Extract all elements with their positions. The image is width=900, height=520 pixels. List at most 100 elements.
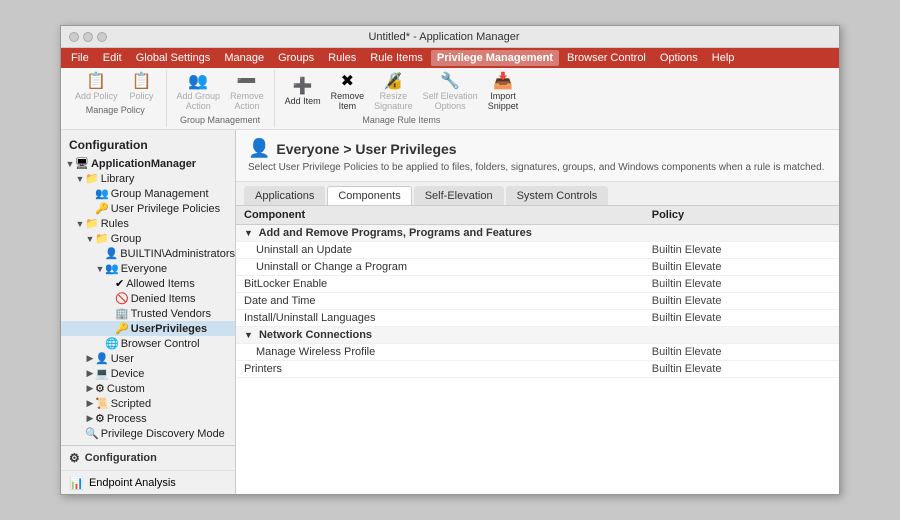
remove-action-label: RemoveAction xyxy=(230,91,264,111)
window-btn-2[interactable] xyxy=(83,32,93,42)
tree-custom[interactable]: ▶ ⚙ Custom xyxy=(61,381,235,396)
tree-user-privilege-policies[interactable]: 🔑 User Privilege Policies xyxy=(61,201,235,216)
content-panel: 👤 Everyone > User Privileges Select User… xyxy=(236,130,839,494)
add-policy-icon: 📋 xyxy=(86,74,106,90)
add-group-action-button[interactable]: 👥 Add GroupAction xyxy=(173,72,225,113)
policy-label: Policy xyxy=(130,91,154,101)
tree-expand-icon: ▼ xyxy=(65,159,75,169)
menu-browser-control[interactable]: Browser Control xyxy=(561,50,652,66)
table-row: Install/Uninstall Languages Builtin Elev… xyxy=(236,310,839,327)
row-printers-policy: Builtin Elevate xyxy=(644,361,839,378)
tree-builtin-admins[interactable]: 👤 BUILTIN\Administrators xyxy=(61,246,235,261)
tree-allowed-items[interactable]: ✔ Allowed Items xyxy=(61,276,235,291)
builtin-admins-icon: 👤 xyxy=(105,247,119,260)
tree-device[interactable]: ▶ 💻 Device xyxy=(61,366,235,381)
menu-rule-items[interactable]: Rule Items xyxy=(364,50,429,66)
self-elevation-button[interactable]: 🔧 Self ElevationOptions xyxy=(419,72,482,113)
row-install-languages-policy: Builtin Elevate xyxy=(644,310,839,327)
sidebar: Configuration ▼ 🖥 ApplicationManager ▼ 📁… xyxy=(61,130,236,494)
row-uninstall-update-policy: Builtin Elevate xyxy=(644,242,839,259)
table-row: Uninstall or Change a Program Builtin El… xyxy=(236,259,839,276)
sidebar-title: Configuration xyxy=(61,134,235,156)
tree-denied-items[interactable]: 🚫 Denied Items xyxy=(61,291,235,306)
toolbar-group-management: 👥 Add GroupAction ➖ RemoveAction Group M… xyxy=(167,70,275,127)
tab-applications[interactable]: Applications xyxy=(244,186,325,205)
rules-icon: 📁 xyxy=(85,217,99,230)
content-header: 👤 Everyone > User Privileges Select User… xyxy=(236,130,839,182)
tree-label-upp: User Privilege Policies xyxy=(111,203,220,215)
tree-everyone[interactable]: ▼ 👥 Everyone xyxy=(61,261,235,276)
import-snippet-button[interactable]: 📥 ImportSnippet xyxy=(484,72,523,113)
tree-label-allowed-items: Allowed Items xyxy=(126,278,194,290)
section-2-name: ▼ Network Connections xyxy=(236,327,839,344)
tree-user-privileges[interactable]: 🔑 UserPrivileges xyxy=(61,321,235,336)
tree-scripted-expand: ▶ xyxy=(85,398,95,409)
tab-components[interactable]: Components xyxy=(327,186,411,205)
tree-library-expand: ▼ xyxy=(75,174,85,184)
window-btn-3[interactable] xyxy=(97,32,107,42)
tab-system-controls[interactable]: System Controls xyxy=(506,186,609,205)
tree-group-management[interactable]: 👥 Group Management xyxy=(61,186,235,201)
row-uninstall-update-component: Uninstall an Update xyxy=(236,242,644,259)
tree-application-manager[interactable]: ▼ 🖥 ApplicationManager xyxy=(61,156,235,171)
window-btn-1[interactable] xyxy=(69,32,79,42)
tree-privilege-discovery[interactable]: 🔍 Privilege Discovery Mode xyxy=(61,426,235,441)
tree-user[interactable]: ▶ 👤 User xyxy=(61,351,235,366)
group-mgmt-buttons: 👥 Add GroupAction ➖ RemoveAction xyxy=(173,72,268,113)
endpoint-nav-icon: 📊 xyxy=(69,476,84,490)
remove-action-button[interactable]: ➖ RemoveAction xyxy=(226,72,268,113)
device-icon: 💻 xyxy=(95,367,109,380)
sidebar-nav-endpoint-analysis[interactable]: 📊 Endpoint Analysis xyxy=(61,471,235,494)
tree-label-user: User xyxy=(111,353,134,365)
group-mgmt-icon: 👥 xyxy=(95,187,109,200)
row-uninstall-change-policy: Builtin Elevate xyxy=(644,259,839,276)
manage-rule-items-label: Manage Rule Items xyxy=(362,115,440,125)
remove-action-icon: ➖ xyxy=(237,74,257,90)
add-policy-button[interactable]: 📋 Add Policy xyxy=(71,72,122,103)
tree-scripted[interactable]: ▶ 📜 Scripted xyxy=(61,396,235,411)
row-printers-component: Printers xyxy=(236,361,644,378)
add-item-label: Add Item xyxy=(285,96,321,106)
menu-manage[interactable]: Manage xyxy=(218,50,270,66)
section-2-chevron: ▼ xyxy=(244,330,253,340)
manage-policy-label: Manage Policy xyxy=(86,105,145,115)
menu-edit[interactable]: Edit xyxy=(97,50,128,66)
row-wireless-component: Manage Wireless Profile xyxy=(236,344,644,361)
menu-privilege-management[interactable]: Privilege Management xyxy=(431,50,559,66)
tree-label-rules: Rules xyxy=(101,218,129,230)
tree-user-expand: ▶ xyxy=(85,353,95,364)
tree-library[interactable]: ▼ 📁 Library xyxy=(61,171,235,186)
import-snippet-icon: 📥 xyxy=(493,74,513,90)
tree-trusted-vendors[interactable]: 🏢 Trusted Vendors xyxy=(61,306,235,321)
tree-rules[interactable]: ▼ 📁 Rules xyxy=(61,216,235,231)
row-install-languages-component: Install/Uninstall Languages xyxy=(236,310,644,327)
sidebar-nav: ⚙ Configuration 📊 Endpoint Analysis 📋 Ru… xyxy=(61,445,235,494)
table-row: Manage Wireless Profile Builtin Elevate xyxy=(236,344,839,361)
browser-control-icon: 🌐 xyxy=(105,337,119,350)
toolbar-group-policy: 📋 Add Policy 📋 Policy Manage Policy xyxy=(65,70,167,127)
policy-button[interactable]: 📋 Policy xyxy=(124,72,160,103)
tree-group[interactable]: ▼ 📁 Group xyxy=(61,231,235,246)
add-item-button[interactable]: ➕ Add Item xyxy=(281,77,325,108)
tree-rules-expand: ▼ xyxy=(75,219,85,229)
remove-item-button[interactable]: ✖ RemoveItem xyxy=(327,72,369,113)
menu-rules[interactable]: Rules xyxy=(322,50,362,66)
menu-global-settings[interactable]: Global Settings xyxy=(130,50,217,66)
menu-groups[interactable]: Groups xyxy=(272,50,320,66)
everyone-icon: 👥 xyxy=(105,262,119,275)
tree-process[interactable]: ▶ ⚙ Process xyxy=(61,411,235,426)
toolbar-group-rule-items: ➕ Add Item ✖ RemoveItem 🔏 ResizeSignatur… xyxy=(275,70,529,127)
sidebar-nav-configuration[interactable]: ⚙ Configuration xyxy=(61,446,235,471)
menu-file[interactable]: File xyxy=(65,50,95,66)
privilege-discovery-icon: 🔍 xyxy=(85,427,99,440)
remove-item-label: RemoveItem xyxy=(331,91,365,111)
menu-help[interactable]: Help xyxy=(706,50,741,66)
resize-signature-button[interactable]: 🔏 ResizeSignature xyxy=(370,72,417,113)
main-area: Configuration ▼ 🖥 ApplicationManager ▼ 📁… xyxy=(61,130,839,494)
tree-browser-control[interactable]: 🌐 Browser Control xyxy=(61,336,235,351)
tab-self-elevation[interactable]: Self-Elevation xyxy=(414,186,504,205)
tree-label-trusted-vendors: Trusted Vendors xyxy=(131,308,211,320)
menu-options[interactable]: Options xyxy=(654,50,704,66)
component-header: Component xyxy=(236,206,644,225)
table-header-row: Component Policy xyxy=(236,206,839,225)
